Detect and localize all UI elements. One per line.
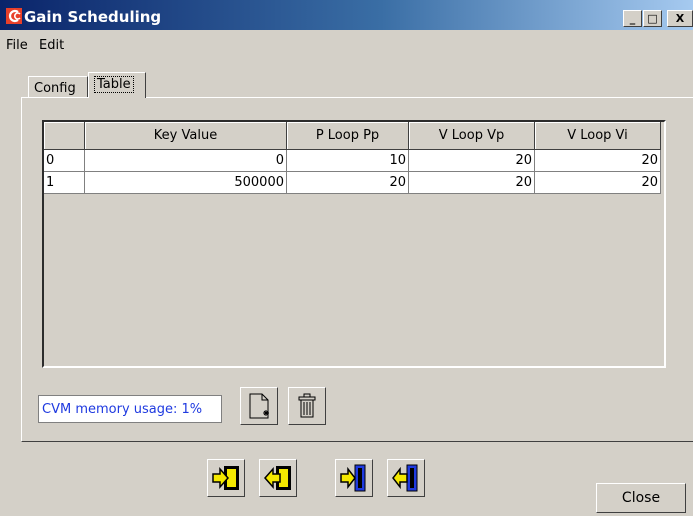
delete-row-button[interactable] — [288, 387, 326, 425]
close-button[interactable]: Close — [596, 483, 686, 513]
table-row[interactable]: 0 0 10 20 20 — [44, 149, 661, 172]
p-loop-pp-cell[interactable]: 20 — [286, 171, 409, 194]
gain-table-grid: Key Value P Loop Pp V Loop Vp V Loop Vi … — [44, 122, 661, 194]
export-icon — [263, 466, 291, 490]
key-value-cell[interactable]: 0 — [84, 149, 287, 172]
window-title: Gain Scheduling — [24, 8, 162, 26]
column-header-v-loop-vp[interactable]: V Loop Vp — [408, 122, 535, 150]
gain-table[interactable]: Key Value P Loop Pp V Loop Vp V Loop Vi … — [42, 120, 666, 368]
column-header-key-value[interactable]: Key Value — [84, 122, 287, 150]
tab-table[interactable]: Table — [88, 72, 146, 98]
new-document-icon — [249, 393, 269, 419]
key-value-cell[interactable]: 500000 — [84, 171, 287, 194]
v-loop-vi-cell[interactable]: 20 — [534, 149, 661, 172]
title-bar: Gain Scheduling _ □ X — [0, 0, 693, 30]
trash-icon — [298, 393, 316, 418]
app-logo-icon — [6, 8, 22, 24]
menu-file[interactable]: File — [6, 38, 28, 53]
column-header-index[interactable] — [44, 122, 85, 150]
table-empty-area — [44, 194, 664, 366]
table-header-row: Key Value P Loop Pp V Loop Vp V Loop Vi — [44, 122, 661, 150]
tab-config-label: Config — [34, 81, 76, 96]
maximize-button[interactable]: □ — [643, 10, 662, 27]
menu-edit[interactable]: Edit — [39, 38, 64, 53]
column-header-p-loop-pp[interactable]: P Loop Pp — [286, 122, 409, 150]
minimize-button[interactable]: _ — [623, 10, 642, 27]
upload-button[interactable] — [387, 459, 425, 497]
v-loop-vi-cell[interactable]: 20 — [534, 171, 661, 194]
upload-icon — [392, 464, 418, 492]
row-index-cell[interactable]: 1 — [44, 171, 85, 194]
memory-usage-status: CVM memory usage: 1% — [38, 395, 222, 423]
tab-config[interactable]: Config — [28, 76, 88, 98]
import-icon — [212, 466, 239, 490]
close-window-button[interactable]: X — [667, 10, 693, 27]
row-index-cell[interactable]: 0 — [44, 149, 85, 172]
column-header-v-loop-vi[interactable]: V Loop Vi — [534, 122, 661, 150]
menu-bar: File Edit — [0, 34, 693, 54]
download-icon — [340, 464, 366, 492]
tab-table-label: Table — [94, 76, 134, 93]
new-row-button[interactable] — [240, 387, 278, 425]
import-button[interactable] — [207, 459, 245, 497]
p-loop-pp-cell[interactable]: 10 — [286, 149, 409, 172]
v-loop-vp-cell[interactable]: 20 — [408, 149, 535, 172]
download-button[interactable] — [335, 459, 373, 497]
table-row[interactable]: 1 500000 20 20 20 — [44, 171, 661, 194]
v-loop-vp-cell[interactable]: 20 — [408, 171, 535, 194]
export-button[interactable] — [259, 459, 297, 497]
